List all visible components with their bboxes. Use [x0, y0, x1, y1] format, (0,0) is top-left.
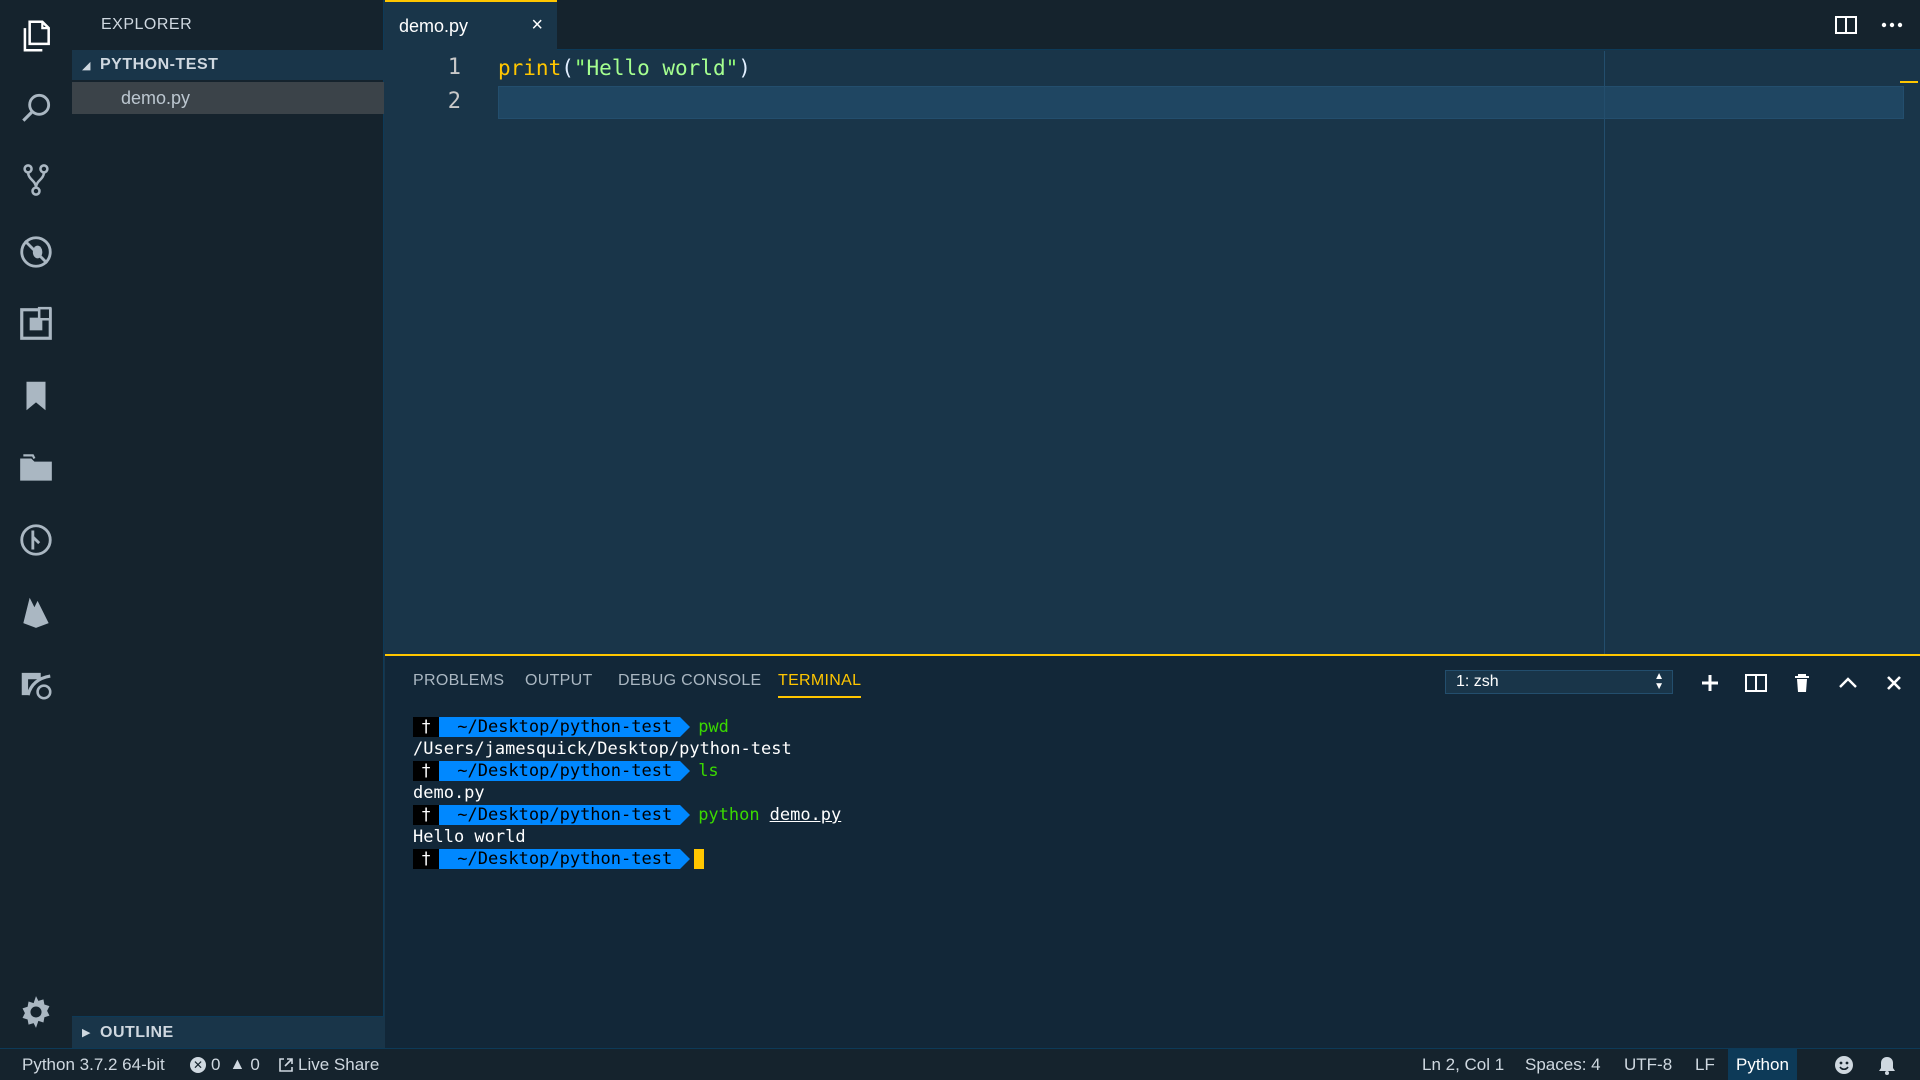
split-editor-icon[interactable] [1831, 12, 1861, 38]
indentation[interactable]: Spaces: 4 [1525, 1049, 1601, 1080]
live-share-label: Live Share [298, 1054, 380, 1074]
terminal-prompt-line: † ~/Desktop/python-test pwd [413, 716, 841, 738]
explorer-title: EXPLORER [101, 16, 193, 33]
terminal-output-line: /Users/jamesquick/Desktop/python-test [413, 739, 792, 759]
trash-icon[interactable] [1787, 668, 1817, 698]
token-string: Hello world [586, 56, 726, 80]
terminal-argument: demo.py [769, 805, 842, 825]
code-line: print("Hello world") [498, 56, 751, 80]
terminal-select[interactable]: 1: zsh ▲ ▼ [1445, 670, 1673, 694]
notifications-bell-icon[interactable] [1878, 1049, 1896, 1080]
bottom-panel: PROBLEMS OUTPUT DEBUG CONSOLE TERMINAL 1… [385, 654, 1920, 1048]
error-icon: ✕ [190, 1056, 206, 1073]
activity-bar [0, 0, 72, 1048]
token-paren: ) [738, 56, 751, 80]
terminal-command: pwd [698, 717, 729, 737]
terminal-select-value: 1: zsh [1456, 673, 1499, 690]
folder-icon[interactable] [0, 432, 72, 504]
file-demo-py[interactable]: demo.py [72, 82, 384, 114]
explorer-sidebar: EXPLORER ◢ PYTHON-TEST demo.py ▶ OUTLINE [72, 0, 384, 1048]
close-panel-icon[interactable] [1879, 668, 1909, 698]
cursor-position[interactable]: Ln 2, Col 1 [1422, 1049, 1504, 1080]
current-line-highlight [498, 86, 1904, 119]
encoding[interactable]: UTF-8 [1624, 1049, 1672, 1080]
select-arrows-icon: ▲ ▼ [1654, 671, 1664, 692]
status-bar: Python 3.7.2 64-bit ✕ 0 ▲ 0 Live Share L… [0, 1048, 1920, 1080]
live-share-icon [279, 1057, 293, 1072]
tab-label: demo.py [399, 15, 469, 36]
prompt-user-segment: † [413, 717, 450, 737]
git-history-icon[interactable] [0, 504, 72, 576]
outline-label: OUTLINE [100, 1023, 174, 1041]
token-paren: ( [561, 56, 574, 80]
prompt-user-segment: † [413, 761, 450, 781]
triangle-down-icon: ◢ [82, 59, 91, 72]
terminal-prompt-line: † ~/Desktop/python-test [413, 848, 841, 870]
new-terminal-icon[interactable] [1695, 668, 1725, 698]
firebase-icon[interactable] [0, 576, 72, 648]
terminal-command: python [698, 805, 760, 825]
token-function: print [498, 56, 562, 80]
prompt-user-segment: † [413, 849, 450, 869]
outline-section[interactable]: ▶ OUTLINE [72, 1016, 384, 1048]
prompt-path-segment: ~/Desktop/python-test [439, 761, 691, 781]
terminal-output-line: Hello world [413, 827, 526, 847]
source-control-icon[interactable] [0, 144, 72, 216]
editor-tab-bar: demo.py × [385, 0, 1920, 50]
code-editor[interactable]: 1 2 print("Hello world") [385, 51, 1920, 654]
terminal-prompt-line: † ~/Desktop/python-test python demo.py [413, 804, 841, 826]
token-quote: " [725, 56, 739, 80]
line-number: 1 [447, 55, 461, 80]
editor-ruler [1604, 51, 1605, 654]
remote-explorer-icon[interactable] [0, 648, 72, 720]
folder-label: PYTHON-TEST [100, 56, 219, 73]
token-quote: " [573, 56, 587, 80]
prompt-user-segment: † [413, 805, 450, 825]
tab-problems[interactable]: PROBLEMS [413, 672, 504, 690]
tab-demo-py[interactable]: demo.py × [385, 0, 557, 50]
python-interpreter[interactable]: Python 3.7.2 64-bit [22, 1049, 165, 1080]
warning-count: 0 [250, 1054, 260, 1074]
prompt-path-segment: ~/Desktop/python-test [439, 805, 691, 825]
search-icon[interactable] [0, 72, 72, 144]
feedback-smiley-icon[interactable] [1834, 1049, 1854, 1080]
tab-debug-console[interactable]: DEBUG CONSOLE [618, 672, 762, 690]
error-count: 0 [211, 1054, 221, 1074]
prompt-path-segment: ~/Desktop/python-test [439, 717, 691, 737]
maximize-panel-icon[interactable] [1833, 668, 1863, 698]
explorer-icon[interactable] [0, 0, 72, 72]
problems-indicator[interactable]: ✕ 0 ▲ 0 [190, 1049, 260, 1080]
terminal-prompt-line: † ~/Desktop/python-test ls [413, 760, 841, 782]
terminal-output[interactable]: † ~/Desktop/python-test pwd /Users/jamesqu… [413, 716, 841, 870]
line-number: 2 [447, 89, 461, 114]
language-mode[interactable]: Python [1728, 1049, 1797, 1080]
tab-output[interactable]: OUTPUT [525, 672, 593, 690]
terminal-cursor [694, 849, 705, 869]
warning-icon: ▲ [229, 1055, 246, 1073]
live-share-button[interactable]: Live Share [278, 1049, 379, 1080]
settings-gear-icon[interactable] [0, 976, 72, 1048]
triangle-right-icon: ▶ [82, 1027, 91, 1039]
extensions-icon[interactable] [0, 288, 72, 360]
folder-python-test[interactable]: ◢ PYTHON-TEST [72, 50, 384, 80]
debug-icon[interactable] [0, 216, 72, 288]
prompt-path-segment: ~/Desktop/python-test [439, 849, 691, 869]
bookmark-icon[interactable] [0, 360, 72, 432]
end-of-line[interactable]: LF [1695, 1049, 1715, 1080]
scrollbar-marker [1900, 81, 1918, 83]
split-terminal-icon[interactable] [1741, 668, 1771, 698]
terminal-output-line: demo.py [413, 783, 485, 803]
more-actions-icon[interactable] [1877, 12, 1907, 38]
tab-terminal[interactable]: TERMINAL [778, 672, 862, 698]
close-icon[interactable]: × [531, 14, 543, 37]
terminal-command: ls [698, 761, 719, 781]
